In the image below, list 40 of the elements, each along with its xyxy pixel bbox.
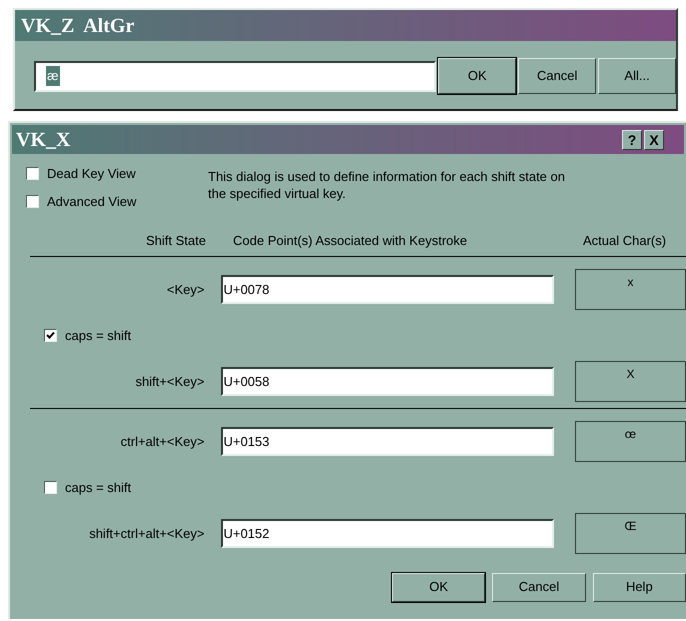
checkbox-label: caps = shift (65, 326, 132, 345)
help-button[interactable]: ? (622, 130, 642, 150)
text-field[interactable]: æ (34, 60, 436, 92)
window-title: VK_X (16, 128, 72, 152)
dialog-button[interactable]: OK (392, 572, 486, 602)
shift-state-label: <Key> (166, 280, 204, 299)
character-text: x (627, 275, 634, 289)
dialog-button[interactable]: OK (438, 58, 516, 94)
field-value: æ (46, 66, 60, 86)
dialog-button[interactable]: All... (598, 58, 676, 94)
dialog-button[interactable]: Cancel (518, 58, 596, 94)
shift-state-label: shift+ctrl+alt+<Key> (88, 524, 204, 543)
character-text: X (626, 367, 634, 381)
checkbox[interactable] (26, 167, 39, 180)
column-header: Actual Char(s) (583, 232, 666, 250)
code-point-field[interactable]: U+0058 (221, 367, 554, 396)
checkbox-label: Dead Key View (47, 165, 136, 183)
column-header: Shift State (145, 232, 206, 250)
column-header: Code Point(s) Associated with Keystroke (233, 232, 468, 250)
checkbox[interactable] (44, 329, 57, 342)
checkbox-label: Advanced View (47, 192, 136, 210)
shift-state-label: ctrl+alt+<Key> (120, 432, 204, 451)
field-value: U+0078 (223, 280, 270, 299)
checkbox[interactable] (44, 481, 57, 494)
field-value: U+0152 (223, 524, 270, 543)
dialog-button[interactable]: Cancel (492, 572, 586, 602)
field-value: U+0058 (223, 372, 270, 391)
code-point-field[interactable]: U+0152 (221, 519, 554, 548)
code-point-field[interactable]: U+0153 (221, 427, 554, 456)
field-value: U+0153 (223, 432, 270, 451)
description-text: This dialog is used to define information for each shift state on the specified virtual key. (208, 168, 566, 203)
window-title: VK_Z AltGr (15, 10, 676, 41)
code-point-field[interactable]: U+0078 (221, 275, 554, 304)
close-button[interactable]: X (644, 130, 664, 150)
dialog-button[interactable]: Help (592, 572, 686, 602)
shift-state-label: shift+<Key> (134, 372, 204, 391)
character-text: Œ (624, 519, 636, 533)
checkbox-label: caps = shift (65, 478, 132, 497)
character-text: œ (624, 427, 636, 441)
checkbox[interactable] (26, 194, 39, 208)
